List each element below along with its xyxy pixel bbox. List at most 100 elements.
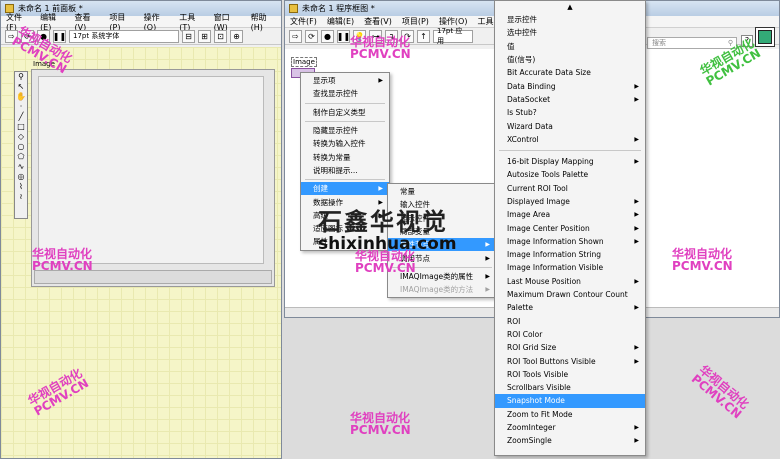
freehand-tool-icon[interactable]: ∿ [15, 162, 27, 172]
submenu-arrow-icon: ▶ [634, 158, 639, 166]
rect-tool-icon[interactable]: □ [15, 122, 27, 132]
submenu-arrow-icon: ▶ [485, 254, 490, 262]
front-panel-menubar: 文件(F) 编辑(E) 查看(V) 项目(P) 操作(O) 工具(T) 窗口(W… [1, 13, 281, 32]
site-watermark-en: shixinhua.com [318, 234, 457, 254]
pan-tool-icon[interactable]: ✋ [15, 92, 27, 102]
prop-item[interactable]: Current ROI Tool [495, 182, 645, 195]
submenu-arrow-icon: ▶ [634, 224, 639, 232]
ctx-hide-indicator[interactable]: 隐藏显示控件 [301, 124, 389, 137]
watermark-cn: 华视自动化 PCMV.CN [350, 35, 411, 61]
pointer-tool-icon[interactable]: ↖ [15, 82, 27, 92]
prop-item[interactable]: Wizard Data [495, 119, 645, 132]
fp-menu-edit[interactable]: 编辑(E) [35, 12, 69, 32]
zoom-tool-icon[interactable]: ⚲ [15, 72, 27, 82]
line-tool-icon[interactable]: ╱ [15, 112, 27, 122]
watermark-cn: 华视自动化 PCMV.CN [32, 247, 93, 273]
resize-icon[interactable]: ⊡ [214, 29, 227, 43]
prop-item[interactable]: Image Information Shown ▶ [495, 235, 645, 248]
prop-item[interactable]: ZoomInteger ▶ [495, 421, 645, 434]
prop-item[interactable]: 值 [495, 40, 645, 53]
prop-item[interactable]: Autosize Tools Palette [495, 168, 645, 181]
menu-separator [305, 179, 385, 181]
ctx-change-to-control[interactable]: 转换为输入控件 [301, 137, 389, 150]
ctx-find-indicator[interactable]: 查找显示控件 [301, 87, 389, 100]
fp-menu-help[interactable]: 帮助(H) [246, 12, 281, 32]
prop-item[interactable]: DataSocket ▶ [495, 93, 645, 106]
site-watermark-cn: 石鑫华视觉 [318, 207, 448, 236]
prop-item[interactable]: Scrollbars Visible [495, 381, 645, 394]
prop-item[interactable]: 显示控件 [495, 13, 645, 26]
distribute-icon[interactable]: ⊞ [198, 29, 211, 43]
prop-item[interactable]: Last Mouse Position ▶ [495, 275, 645, 288]
fp-menu-project[interactable]: 项目(P) [104, 12, 138, 32]
bd-menu-file[interactable]: 文件(F) [285, 16, 322, 27]
polygon-tool-icon[interactable]: ⬠ [15, 152, 27, 162]
prop-item[interactable]: 值(信号) [495, 53, 645, 66]
rotated-rect-tool-icon[interactable]: ◇ [15, 132, 27, 142]
broken-line-tool-icon[interactable]: ⌇ [15, 182, 27, 192]
abort-icon[interactable]: ● [321, 29, 334, 43]
prop-item[interactable]: Image Center Position ▶ [495, 221, 645, 234]
reorder-icon[interactable]: ⊕ [230, 29, 243, 43]
prop-item[interactable]: ROI Tools Visible [495, 368, 645, 381]
bd-menu-edit[interactable]: 编辑(E) [322, 16, 359, 27]
prop-item[interactable]: Is Stub? [495, 106, 645, 119]
ctx-make-typedef[interactable]: 制作自定义类型 [301, 106, 389, 119]
fp-menu-tools[interactable]: 工具(T) [174, 12, 208, 32]
prop-item[interactable]: Maximum Drawn Contour Count [495, 288, 645, 301]
search-box[interactable]: 搜索 ⚲ [647, 37, 737, 49]
create-imaqimage-methods: IMAQImage类的方法 ▶ [400, 285, 490, 295]
run-continuous-icon[interactable]: ⟳ [305, 29, 318, 43]
font-selector[interactable]: 17pt 系统字体 [69, 29, 179, 43]
ctx-description-tip[interactable]: 说明和提示... [301, 164, 389, 177]
bd-menu-project[interactable]: 项目(P) [397, 16, 434, 27]
prop-item[interactable]: 选中控件 [495, 26, 645, 39]
submenu-arrow-icon: ▶ [485, 241, 490, 249]
font-selector[interactable]: 17pt 应用 [433, 27, 473, 45]
fp-menu-operate[interactable]: 操作(O) [139, 12, 175, 32]
scroll-up-arrow[interactable]: ▲ [495, 1, 645, 13]
prop-item-snapshot-mode[interactable]: Snapshot Mode [495, 394, 645, 408]
prop-item[interactable]: Image Information String [495, 248, 645, 261]
prop-item[interactable]: Displayed Image ▶ [495, 195, 645, 208]
image-terminal-label[interactable]: Image [291, 57, 317, 67]
prop-item[interactable]: XControl ▶ [495, 133, 645, 146]
run-arrow-icon[interactable]: ⇨ [289, 29, 302, 43]
prop-item[interactable]: ROI Grid Size ▶ [495, 341, 645, 354]
vi-icon[interactable] [755, 27, 775, 47]
prop-item[interactable]: Palette ▶ [495, 301, 645, 314]
prop-item[interactable]: Bit Accurate Data Size [495, 66, 645, 79]
fp-menu-view[interactable]: 查看(V) [70, 12, 105, 32]
menu-separator [305, 102, 385, 104]
ctx-show-items[interactable]: 显示项 ▶ [301, 74, 389, 87]
property-node-submenu: ▲ 显示控件 选中控件 值 值(信号) Bit Accurate Data Si… [494, 0, 646, 456]
pause-icon[interactable]: ❚❚ [337, 29, 350, 43]
submenu-arrow-icon: ▶ [634, 237, 639, 245]
annulus-tool-icon[interactable]: ◎ [15, 172, 27, 182]
submenu-arrow-icon: ▶ [378, 77, 383, 85]
bd-menu-view[interactable]: 查看(V) [359, 16, 397, 27]
point-tool-icon[interactable]: · [15, 102, 27, 112]
fp-menu-window[interactable]: 窗口(W) [209, 12, 246, 32]
prop-item[interactable]: ZoomSingle ▶ [495, 434, 645, 447]
prop-item[interactable]: Image Area ▶ [495, 208, 645, 221]
align-icon[interactable]: ⊟ [182, 29, 195, 43]
submenu-arrow-icon: ▶ [634, 198, 639, 205]
step-out-icon[interactable]: ↑ [417, 29, 430, 43]
submenu-arrow-icon: ▶ [634, 344, 639, 352]
prop-item[interactable]: Image Information Visible [495, 261, 645, 274]
create-constant[interactable]: 常量 [388, 185, 496, 198]
ctx-change-to-constant[interactable]: 转换为常量 [301, 150, 389, 163]
prop-item[interactable]: Data Binding ▶ [495, 79, 645, 92]
image-display-area[interactable] [38, 76, 264, 264]
prop-item[interactable]: 16-bit Display Mapping ▶ [495, 155, 645, 168]
pause-icon[interactable]: ❚❚ [53, 29, 66, 43]
ctx-create[interactable]: 创建 ▶ [301, 182, 389, 196]
freehand-line-tool-icon[interactable]: ≀ [15, 192, 27, 202]
menu-separator [499, 149, 641, 151]
prop-item[interactable]: ROI [495, 315, 645, 328]
oval-tool-icon[interactable]: ○ [15, 142, 27, 152]
prop-item[interactable]: ROI Tool Buttons Visible ▶ [495, 354, 645, 367]
prop-item[interactable]: Zoom to Fit Mode [495, 408, 645, 421]
prop-item[interactable]: ROI Color [495, 328, 645, 341]
